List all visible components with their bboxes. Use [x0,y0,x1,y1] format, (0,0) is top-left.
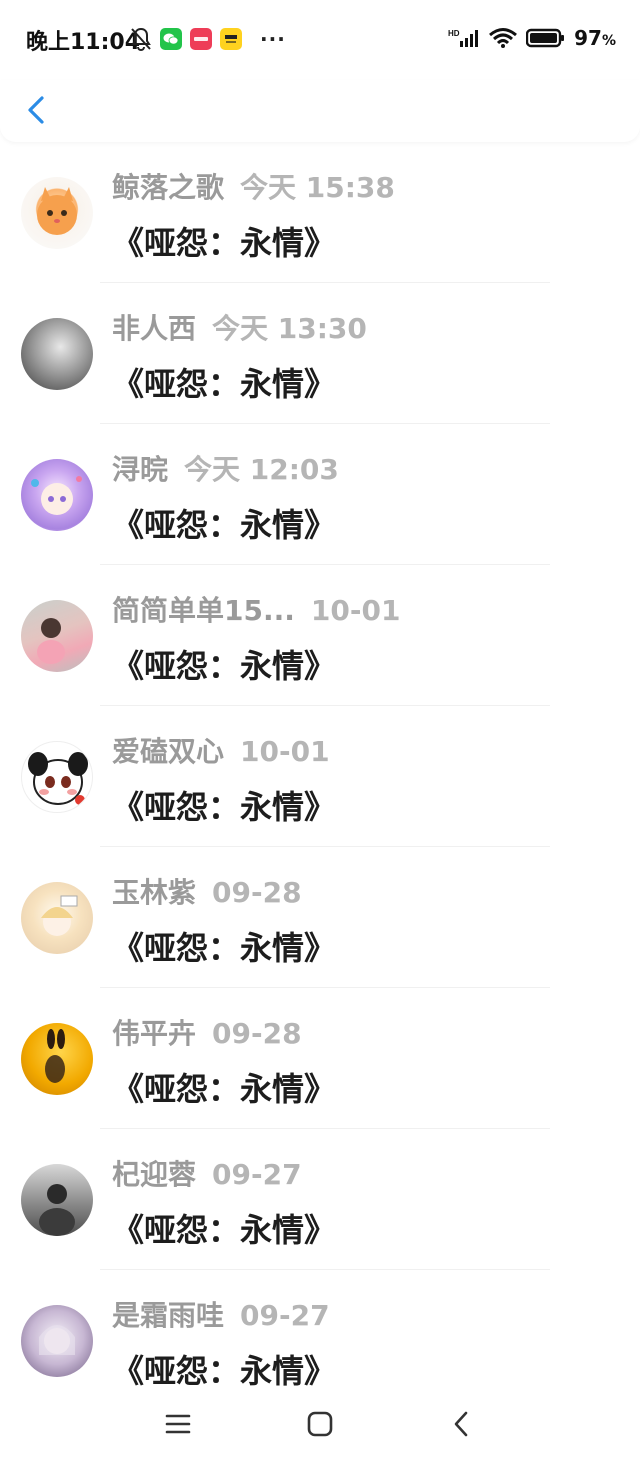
avatar[interactable] [21,1305,93,1377]
bell-muted-icon [131,27,151,52]
timestamp: 09-28 [212,1017,302,1050]
back-icon [454,1411,468,1437]
message-meta: 是霜雨哇 09-27 [112,1294,330,1334]
message-text[interactable]: 《哑怨：永情》 [112,500,336,546]
timestamp: 今天 12:03 [184,453,339,486]
list-item[interactable]: 玉林紫 09-28 《哑怨：永情》 [0,847,640,988]
avatar[interactable] [21,318,93,390]
list-item[interactable]: 非人西 今天 13:30 《哑怨：永情》 [0,283,640,424]
overflow-indicator: ··· [260,27,286,51]
message-text[interactable]: 《哑怨：永情》 [112,1346,336,1392]
wechat-icon [160,28,182,50]
message-text[interactable]: 《哑怨：永情》 [112,782,336,828]
message-meta: 简简单单15... 10-01 [112,589,400,629]
timestamp: 09-28 [212,876,302,909]
home-button[interactable] [300,1404,340,1444]
avatar[interactable] [21,741,93,813]
timestamp: 09-27 [240,1299,330,1332]
username[interactable]: 非人西 [112,312,196,345]
menu-icon [165,1414,191,1434]
list-item[interactable]: 简简单单15... 10-01 《哑怨：永情》 [0,565,640,706]
battery-level: 97% [574,26,616,50]
username[interactable]: 是霜雨哇 [112,1299,224,1332]
username[interactable]: 玉林紫 [112,876,196,909]
username[interactable]: 伟平卉 [112,1017,196,1050]
message-meta: 伟平卉 09-28 [112,1012,302,1052]
avatar[interactable] [21,459,93,531]
message-meta: 玉林紫 09-28 [112,871,302,911]
menu-button[interactable] [158,1404,198,1444]
avatar[interactable] [21,600,93,672]
battery-icon [526,28,565,48]
username[interactable]: 爱磕双心 [112,735,224,768]
message-text[interactable]: 《哑怨：永情》 [112,218,336,264]
svg-text:HD: HD [448,29,460,38]
username[interactable]: 简简单单15... [112,594,295,627]
system-nav-bar [0,1390,640,1458]
list-item[interactable]: 浔晥 今天 12:03 《哑怨：永情》 [0,424,640,565]
back-button[interactable] [441,1404,481,1444]
chevron-left-icon[interactable] [22,90,52,130]
xiaohongshu-icon [190,28,212,50]
message-meta: 鲸落之歌 今天 15:38 [112,166,395,206]
signal-icon: HD [448,29,479,47]
message-list: 鲸落之歌 今天 15:38 《哑怨：永情》 非人西 今天 13:30 《哑怨：永情》… [0,142,640,1411]
message-text[interactable]: 《哑怨：永情》 [112,641,336,687]
avatar[interactable] [21,882,93,954]
timestamp: 今天 13:30 [212,312,367,345]
message-meta: 杞迎蓉 09-27 [112,1153,302,1193]
avatar[interactable] [21,177,93,249]
wifi-icon [489,28,518,48]
status-system-icons: HD 97% [448,26,616,50]
message-meta: 浔晥 今天 12:03 [112,448,339,488]
avatar[interactable] [21,1023,93,1095]
timestamp: 09-27 [212,1158,302,1191]
nav-header [0,80,640,142]
status-time: 晚上11:04 [26,30,141,55]
message-text[interactable]: 《哑怨：永情》 [112,1205,336,1251]
home-icon [307,1411,333,1437]
list-item[interactable]: 伟平卉 09-28 《哑怨：永情》 [0,988,640,1129]
list-item[interactable]: 鲸落之歌 今天 15:38 《哑怨：永情》 [0,142,640,283]
username[interactable]: 杞迎蓉 [112,1158,196,1191]
message-meta: 爱磕双心 10-01 [112,730,330,770]
timestamp: 10-01 [310,594,401,627]
meituan-icon [220,28,242,50]
message-text[interactable]: 《哑怨：永情》 [112,923,336,969]
message-meta: 非人西 今天 13:30 [112,307,367,347]
status-notification-icons: ··· [130,26,286,52]
avatar[interactable] [21,1164,93,1236]
list-item[interactable]: 爱磕双心 10-01 《哑怨：永情》 [0,706,640,847]
status-bar: 晚上11:04 ··· HD 97% [0,0,640,80]
message-text[interactable]: 《哑怨：永情》 [112,359,336,405]
message-text[interactable]: 《哑怨：永情》 [112,1064,336,1110]
list-item[interactable]: 杞迎蓉 09-27 《哑怨：永情》 [0,1129,640,1270]
username[interactable]: 浔晥 [112,453,168,486]
timestamp: 今天 15:38 [240,171,395,204]
username[interactable]: 鲸落之歌 [112,171,224,204]
timestamp: 10-01 [240,735,330,768]
